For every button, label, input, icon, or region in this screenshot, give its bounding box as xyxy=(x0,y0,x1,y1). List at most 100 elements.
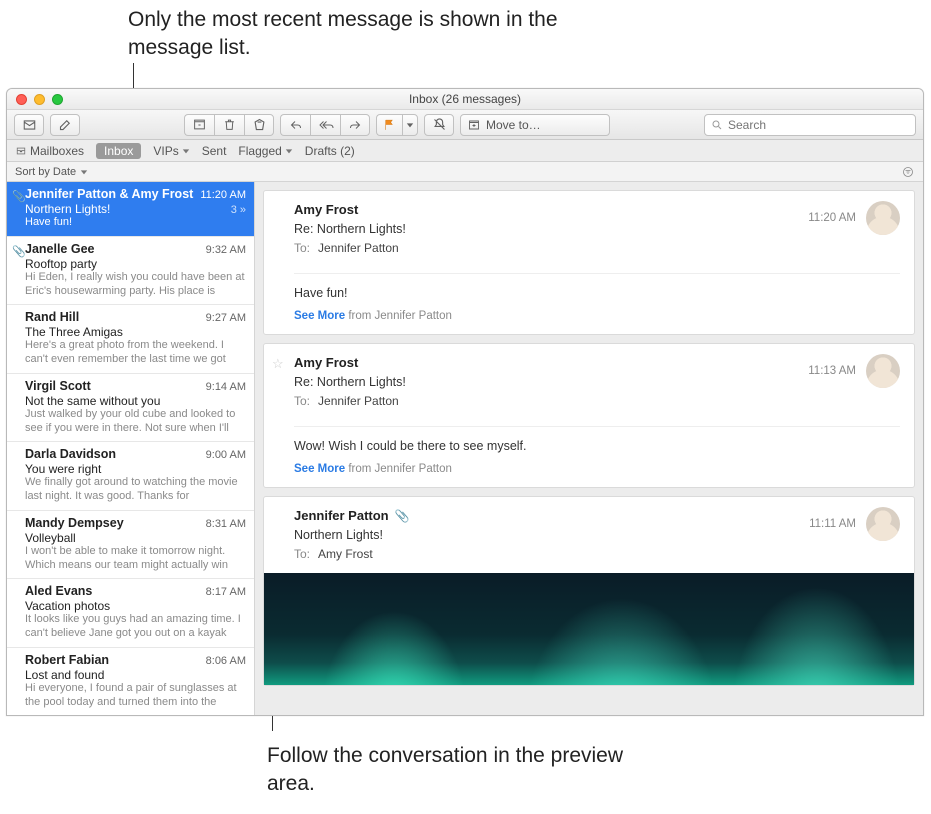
from-name: Jennifer Patton xyxy=(294,508,389,523)
avatar xyxy=(866,354,900,388)
fav-inbox[interactable]: Inbox xyxy=(96,143,141,159)
message-snippet: I won't be able to make it tomorrow nigh… xyxy=(25,545,246,573)
message-row[interactable]: 📎Janelle Gee9:32 AMRooftop partyHi Eden,… xyxy=(7,237,254,306)
message-time: 8:06 AM xyxy=(206,655,246,667)
message-sender: Darla Davidson xyxy=(25,447,122,461)
attachment-icon: 📎 xyxy=(12,245,26,258)
callout-top: Only the most recent message is shown in… xyxy=(128,6,558,63)
to-name: Jennifer Patton xyxy=(318,241,399,255)
message-sender: Aled Evans xyxy=(25,584,98,598)
message-time: 11:20 AM xyxy=(200,189,246,201)
message-snippet: Hi everyone, I found a pair of sunglasse… xyxy=(25,682,246,710)
get-mail-button[interactable] xyxy=(14,114,44,136)
see-more-link[interactable]: See More from Jennifer Patton xyxy=(294,463,900,475)
message-subject: Not the same without you xyxy=(25,394,160,408)
message-subject: Northern Lights! xyxy=(25,202,110,216)
card-subject: Northern Lights! xyxy=(294,528,410,542)
message-row[interactable]: Virgil Scott 9:14 AM Not the same without … xyxy=(7,374,254,443)
flag-button[interactable] xyxy=(376,114,402,136)
attachment-icon: 📎 xyxy=(395,509,410,523)
message-row[interactable]: Aled Evans 8:17 AM Vacation photosIt looks… xyxy=(7,579,254,648)
star-icon[interactable]: ☆ xyxy=(272,356,284,372)
card-time: 11:13 AM xyxy=(808,365,856,377)
to-label: To: xyxy=(294,394,310,408)
sort-button[interactable]: Sort by Date xyxy=(15,166,88,178)
see-more-link[interactable]: See More from Jennifer Patton xyxy=(294,310,900,322)
message-row[interactable]: 📎Jennifer Patton & Amy Frost11:20 AMNort… xyxy=(7,182,254,237)
card-subject: Re: Northern Lights! xyxy=(294,375,406,389)
message-snippet: Hi Eden, I really wish you could have be… xyxy=(25,271,246,299)
message-row[interactable]: Robert Fabian 8:06 AM Lost and foundHi eve… xyxy=(7,648,254,715)
message-body: Wow! Wish I could be there to see myself… xyxy=(294,426,900,453)
compose-button[interactable] xyxy=(50,114,80,136)
filter-icon[interactable] xyxy=(901,166,915,178)
junk-button[interactable] xyxy=(244,114,274,136)
message-subject: Vacation photos xyxy=(25,599,110,613)
to-label: To: xyxy=(294,547,310,561)
message-body: Have fun! xyxy=(294,273,900,300)
callout-bottom: Follow the conversation in the preview a… xyxy=(267,742,667,799)
message-time: 8:31 AM xyxy=(206,518,246,530)
flag-menu-button[interactable] xyxy=(402,114,418,136)
search-icon xyxy=(711,119,723,131)
titlebar: Inbox (26 messages) xyxy=(7,89,923,110)
message-subject: Rooftop party xyxy=(25,257,97,271)
chevron-down-icon xyxy=(182,147,190,155)
mute-button[interactable] xyxy=(424,114,454,136)
card-time: 11:20 AM xyxy=(808,212,856,224)
archive-button[interactable] xyxy=(184,114,214,136)
favorites-bar: Mailboxes Inbox VIPs Sent Flagged Drafts… xyxy=(7,140,923,162)
message-sender: Mandy Dempsey xyxy=(25,516,130,530)
search-input[interactable] xyxy=(728,118,909,132)
message-sender: Rand Hill xyxy=(25,310,85,324)
avatar xyxy=(866,201,900,235)
message-subject: You were right xyxy=(25,462,101,476)
message-row[interactable]: Darla Davidson 9:00 AM You were rightWe fi… xyxy=(7,442,254,511)
message-time: 9:32 AM xyxy=(206,244,246,256)
search-field[interactable] xyxy=(704,114,916,136)
reply-button[interactable] xyxy=(280,114,310,136)
fav-vips[interactable]: VIPs xyxy=(153,144,189,158)
reply-all-button[interactable] xyxy=(310,114,340,136)
conversation-card: ☆Amy FrostRe: Northern Lights!To:Jennife… xyxy=(263,343,915,488)
message-time: 9:00 AM xyxy=(206,449,246,461)
to-label: To: xyxy=(294,241,310,255)
message-row[interactable]: Mandy Dempsey8:31 AMVolleyballI won't be… xyxy=(7,511,254,580)
message-time: 9:14 AM xyxy=(206,381,246,393)
from-name: Amy Frost xyxy=(294,355,358,370)
avatar xyxy=(866,507,900,541)
forward-button[interactable] xyxy=(340,114,370,136)
message-snippet: Have fun! xyxy=(25,216,246,230)
card-time: 11:11 AM xyxy=(809,518,856,530)
conversation-card: Jennifer Patton 📎 Northern Lights! To: Amy F… xyxy=(263,496,915,686)
delete-button[interactable] xyxy=(214,114,244,136)
mailboxes-button[interactable]: Mailboxes xyxy=(15,144,84,158)
conversation-card: Amy FrostRe: Northern Lights!To:Jennifer… xyxy=(263,190,915,335)
message-snippet: Here's a great photo from the weekend. I… xyxy=(25,339,246,367)
message-sender: Virgil Scott xyxy=(25,379,97,393)
fav-sent[interactable]: Sent xyxy=(202,144,227,158)
message-snippet: It looks like you guys had an amazing ti… xyxy=(25,613,246,641)
message-list[interactable]: 📎 Jennifer Patton & Amy Frost11:20 AM Nort… xyxy=(7,182,255,715)
message-row[interactable]: Rand Hill 9:27 AM The Three AmigasHere's a… xyxy=(7,305,254,374)
to-name: Amy Frost xyxy=(318,547,373,561)
chevron-down-icon xyxy=(80,168,88,176)
message-time: 9:27 AM xyxy=(206,312,246,324)
sort-bar: Sort by Date xyxy=(7,162,923,182)
message-time: 8:17 AM xyxy=(206,586,246,598)
message-subject: The Three Amigas xyxy=(25,325,123,339)
message-sender: Jennifer Patton & Amy Frost xyxy=(25,187,199,201)
message-sender: Robert Fabian xyxy=(25,653,115,667)
message-subject: Lost and found xyxy=(25,668,104,682)
card-subject: Re: Northern Lights! xyxy=(294,222,406,236)
attachment-image[interactable] xyxy=(264,573,914,685)
conversation-preview[interactable]: Amy FrostRe: Northern Lights!To:Jennifer… xyxy=(255,182,923,715)
message-snippet: We finally got around to watching the mo… xyxy=(25,476,246,504)
move-to-label: Move to… xyxy=(486,118,541,132)
mail-window: Inbox (26 messages) Move to… xyxy=(6,88,924,716)
thread-count: 3 » xyxy=(231,204,246,216)
fav-flagged[interactable]: Flagged xyxy=(238,144,292,158)
move-to-select[interactable]: Move to… xyxy=(460,114,610,136)
fav-drafts[interactable]: Drafts (2) xyxy=(305,144,355,158)
chevron-down-icon xyxy=(285,147,293,155)
